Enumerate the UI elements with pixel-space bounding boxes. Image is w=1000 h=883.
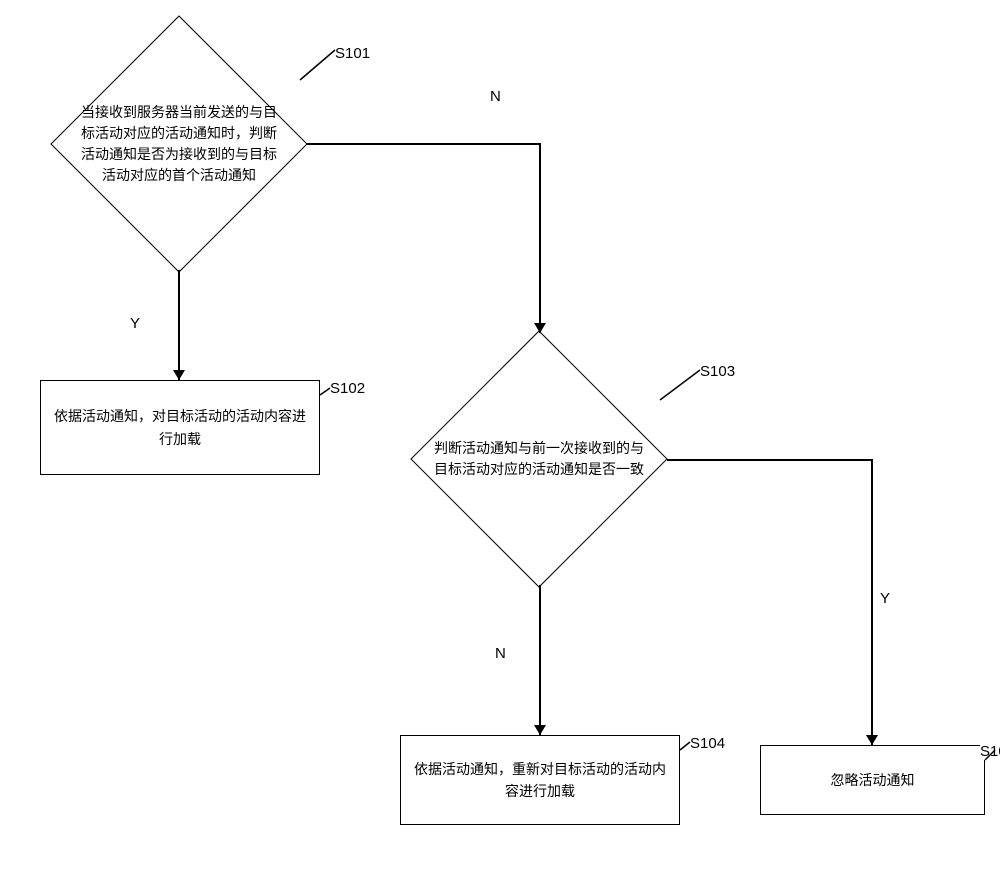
flowchart-diagram: 当接收到服务器当前发送的与目标活动对应的活动通知时，判断活动通知是否为接收到的与… — [0, 0, 1000, 883]
process-s102: 依据活动通知，对目标活动的活动内容进行加载 — [40, 380, 320, 475]
decision-s101: 当接收到服务器当前发送的与目标活动对应的活动通知时，判断活动通知是否为接收到的与… — [50, 15, 308, 273]
edge-s103-s105-h — [667, 459, 872, 461]
edge-s103-s104 — [539, 585, 541, 735]
label-s102: S102 — [330, 380, 365, 397]
decision-s103-text: 判断活动通知与前一次接收到的与目标活动对应的活动通知是否一致 — [429, 433, 649, 485]
edge-s103-s105-v — [871, 459, 873, 745]
edge-label-y1: Y — [130, 315, 140, 332]
arrow-s103 — [534, 323, 546, 333]
edge-s101-s102 — [178, 270, 180, 380]
arrow-s105 — [866, 735, 878, 745]
process-s104: 依据活动通知，重新对目标活动的活动内容进行加载 — [400, 735, 680, 825]
edge-s101-s103-h — [306, 143, 540, 145]
decision-s101-text: 当接收到服务器当前发送的与目标活动对应的活动通知时，判断活动通知是否为接收到的与… — [76, 97, 282, 191]
arrow-s102 — [173, 370, 185, 380]
process-s105: 忽略活动通知 — [760, 745, 985, 815]
edge-label-y2: Y — [880, 590, 890, 607]
label-s103: S103 — [700, 363, 735, 380]
decision-s103: 判断活动通知与前一次接收到的与目标活动对应的活动通知是否一致 — [410, 330, 668, 588]
label-s104: S104 — [690, 735, 725, 752]
edge-label-n2: N — [495, 645, 506, 662]
label-s105: S105 — [980, 743, 1000, 760]
process-s102-text: 依据活动通知，对目标活动的活动内容进行加载 — [51, 405, 309, 450]
label-s101: S101 — [335, 45, 370, 62]
process-s105-text: 忽略活动通知 — [831, 769, 915, 791]
edge-label-n1: N — [490, 88, 501, 105]
edge-s101-s103-v — [539, 143, 541, 333]
arrow-s104 — [534, 725, 546, 735]
process-s104-text: 依据活动通知，重新对目标活动的活动内容进行加载 — [411, 758, 669, 803]
